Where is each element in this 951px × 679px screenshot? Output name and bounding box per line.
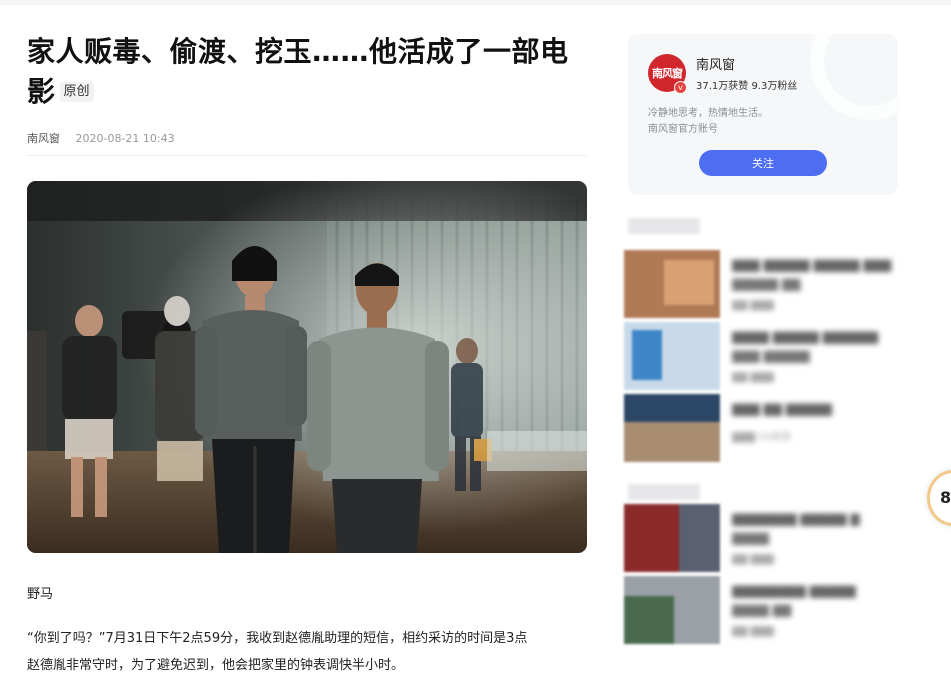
recommendation-meta: ▇▇▇ 54阅读 — [732, 432, 791, 443]
recommendation-group-header — [628, 484, 700, 500]
recommendation-title: ▇▇▇ ▇▇ ▇▇▇▇▇ — [732, 402, 832, 416]
article-byline: 野马 — [27, 587, 54, 602]
decorative-ring — [810, 34, 898, 120]
recommendation-meta: ▇▇ ▇▇▇ — [732, 554, 774, 565]
follow-button[interactable]: 关注 — [699, 150, 827, 176]
recommendation-thumbnail — [624, 576, 720, 644]
author-stats: 37.1万获赞 9.3万粉丝 — [696, 81, 798, 92]
recommendation-title: ▇▇▇ ▇▇▇▇▇ — [732, 349, 810, 363]
recommendation-meta: ▇▇ ▇▇▇ — [732, 372, 774, 383]
article-author[interactable]: 南风窗 — [27, 132, 60, 145]
author-bio: 冷静地思考，热情地生活。 南风窗官方账号 — [648, 106, 768, 138]
recommendation-item[interactable]: ▇▇▇▇▇▇▇ ▇▇▇▇▇ ▇ ▇▇▇▇ ▇▇ ▇▇▇ — [624, 504, 904, 572]
author-name[interactable]: 南风窗 — [696, 54, 735, 73]
author-bio-line: 冷静地思考，热情地生活。 — [648, 108, 768, 119]
recommendation-title: ▇▇▇▇ ▇▇ — [732, 603, 792, 617]
author-profile-card: 南风窗 v 南风窗 37.1万获赞 9.3万粉丝 冷静地思考，热情地生活。 南风… — [628, 34, 898, 195]
recommendation-item[interactable]: ▇▇▇ ▇▇ ▇▇▇▇▇ ▇▇▇ 54阅读 — [624, 394, 904, 462]
recommendation-list: ▇▇▇ ▇▇▇▇▇ ▇▇▇▇▇ ▇▇▇ ▇▇▇▇▇ ▇▇ ▇▇ ▇▇▇ ▇▇▇▇… — [624, 212, 904, 669]
article-date: 2020-08-21 10:43 — [75, 132, 175, 145]
floating-counter-button[interactable]: 84 — [927, 470, 951, 526]
recommendation-title: ▇▇▇▇ — [732, 531, 769, 545]
article: 家人贩毒、偷渡、挖玉……他活成了一部电影 原创 南风窗 2020-08-21 10… — [27, 32, 587, 673]
article-paragraph: 赵德胤非常守时，为了避免迟到，他会把家里的钟表调快半小时。 — [27, 658, 405, 673]
recommendation-title: ▇▇▇ ▇▇▇▇▇ ▇▇▇▇▇ ▇▇▇ — [732, 258, 892, 272]
verified-mark: v — [678, 83, 683, 92]
recommendation-thumbnail — [624, 322, 720, 390]
verified-icon: v — [674, 81, 687, 94]
avatar-logo-text: 南风窗 — [652, 67, 683, 80]
recommendation-title: ▇▇▇▇▇▇▇ ▇▇▇▇▇ ▇ — [732, 512, 860, 526]
floating-counter-label: 84 — [940, 488, 951, 507]
recommendation-item[interactable]: ▇▇▇▇ ▇▇▇▇▇ ▇▇▇▇▇▇ ▇▇▇ ▇▇▇▇▇ ▇▇ ▇▇▇ — [624, 322, 904, 390]
article-paragraph: “你到了吗？”7月31日下午2点59分，我收到赵德胤助理的短信，相约采访的时间是… — [27, 631, 528, 646]
recommendation-thumbnail — [624, 504, 720, 572]
recommendation-thumbnail — [624, 394, 720, 462]
author-bio-line: 南风窗官方账号 — [648, 124, 718, 135]
recommendation-title: ▇▇▇▇▇ ▇▇ — [732, 277, 801, 291]
recommendation-title: ▇▇▇▇▇▇▇▇ ▇▇▇▇▇ — [732, 584, 856, 598]
recommendation-item[interactable]: ▇▇▇ ▇▇▇▇▇ ▇▇▇▇▇ ▇▇▇ ▇▇▇▇▇ ▇▇ ▇▇ ▇▇▇ — [624, 250, 904, 318]
article-title-text: 家人贩毒、偷渡、挖玉……他活成了一部电影 — [27, 35, 569, 108]
article-title: 家人贩毒、偷渡、挖玉……他活成了一部电影 原创 — [27, 32, 587, 112]
original-badge: 原创 — [59, 82, 94, 102]
divider — [27, 155, 587, 156]
recommendation-thumbnail — [624, 250, 720, 318]
hero-photo-illustration — [27, 181, 587, 553]
article-body: “你到了吗？”7月31日下午2点59分，我收到赵德胤助理的短信，相约采访的时间是… — [27, 625, 587, 679]
top-bar — [0, 0, 951, 5]
article-meta: 南风窗 2020-08-21 10:43 — [27, 130, 175, 146]
recommendation-title: ▇▇▇▇ ▇▇▇▇▇ ▇▇▇▇▇▇ — [732, 330, 879, 344]
recommendation-group-header — [628, 218, 700, 234]
recommendation-meta: ▇▇ ▇▇▇ — [732, 300, 774, 311]
recommendation-item[interactable]: ▇▇▇▇▇▇▇▇ ▇▇▇▇▇ ▇▇▇▇ ▇▇ ▇▇ ▇▇▇ — [624, 576, 904, 644]
recommendation-meta: ▇▇ ▇▇▇ — [732, 626, 774, 637]
hero-photo — [27, 181, 587, 553]
